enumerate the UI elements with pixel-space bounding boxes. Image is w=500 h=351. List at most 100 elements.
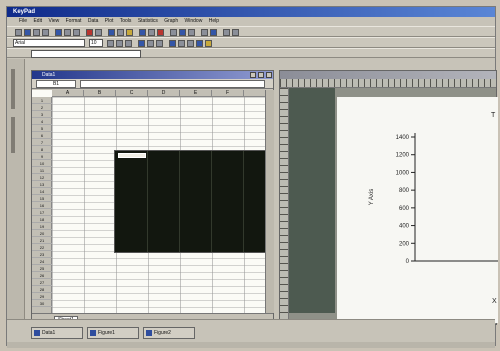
- column-header[interactable]: A: [52, 90, 84, 97]
- selected-range-overlay[interactable]: [114, 150, 265, 253]
- row-header[interactable]: 3: [32, 111, 52, 118]
- row-header[interactable]: 1: [32, 97, 52, 104]
- menu-edit[interactable]: Edit: [33, 18, 42, 24]
- arrow-tool-icon[interactable]: [188, 29, 195, 36]
- row-header[interactable]: 14: [32, 188, 52, 195]
- zoom-out-icon[interactable]: [148, 29, 155, 36]
- undo-icon[interactable]: [86, 29, 93, 36]
- row-header[interactable]: 23: [32, 251, 52, 258]
- row-header[interactable]: 20: [32, 230, 52, 237]
- row-header[interactable]: 6: [32, 132, 52, 139]
- cell-reference-box[interactable]: B1: [36, 80, 76, 88]
- maximize-icon[interactable]: [258, 72, 264, 78]
- row-header[interactable]: 7: [32, 139, 52, 146]
- column-header[interactable]: B: [84, 90, 116, 97]
- zoom-in-icon[interactable]: [139, 29, 146, 36]
- menu-tools[interactable]: Tools: [120, 18, 132, 24]
- tool-strip-bottom[interactable]: [11, 117, 15, 153]
- layout-icon[interactable]: [126, 29, 133, 36]
- menu-graph[interactable]: Graph: [164, 18, 178, 24]
- row-header[interactable]: 29: [32, 293, 52, 300]
- row-header[interactable]: 13: [32, 181, 52, 188]
- row-header[interactable]: 8: [32, 146, 52, 153]
- formula-input[interactable]: [80, 80, 265, 88]
- active-cell[interactable]: [118, 153, 146, 158]
- menu-file[interactable]: File: [19, 18, 27, 24]
- row-header[interactable]: 2: [32, 104, 52, 111]
- graph-layer-panel: [289, 88, 335, 313]
- row-header[interactable]: 10: [32, 160, 52, 167]
- line-tool-icon[interactable]: [179, 29, 186, 36]
- menu-help[interactable]: Help: [209, 18, 219, 24]
- column-header[interactable]: E: [180, 90, 212, 97]
- column-header[interactable]: C: [116, 90, 148, 97]
- rescale-icon[interactable]: [157, 29, 164, 36]
- cell-area[interactable]: [52, 97, 265, 313]
- underline-icon[interactable]: [125, 40, 132, 47]
- save-icon[interactable]: [33, 29, 40, 36]
- row-header[interactable]: 27: [32, 279, 52, 286]
- graph-icon[interactable]: [117, 29, 124, 36]
- menu-plot[interactable]: Plot: [105, 18, 114, 24]
- line-color-icon[interactable]: [205, 40, 212, 47]
- worksheet-vertical-scrollbar[interactable]: [265, 90, 274, 313]
- row-header[interactable]: 25: [32, 265, 52, 272]
- minimized-window-figure1[interactable]: Figure1: [87, 327, 139, 339]
- subscript-icon[interactable]: [147, 40, 154, 47]
- align-center-icon[interactable]: [178, 40, 185, 47]
- about-icon[interactable]: [232, 29, 239, 36]
- window-tile-icon[interactable]: [201, 29, 208, 36]
- y-tick-label: 600: [399, 206, 410, 212]
- row-header[interactable]: 12: [32, 174, 52, 181]
- window-cascade-icon[interactable]: [210, 29, 217, 36]
- text-tool-icon[interactable]: [170, 29, 177, 36]
- row-header[interactable]: 4: [32, 118, 52, 125]
- column-header[interactable]: F: [212, 90, 244, 97]
- row-header[interactable]: 16: [32, 202, 52, 209]
- minimize-icon[interactable]: [250, 72, 256, 78]
- row-header[interactable]: 28: [32, 286, 52, 293]
- open-icon[interactable]: [24, 29, 31, 36]
- italic-icon[interactable]: [116, 40, 123, 47]
- close-icon[interactable]: [266, 72, 272, 78]
- style-select[interactable]: [31, 50, 141, 58]
- align-left-icon[interactable]: [169, 40, 176, 47]
- font-size-select[interactable]: 10: [89, 39, 103, 47]
- cut-icon[interactable]: [55, 29, 62, 36]
- tool-strip-top[interactable]: [11, 69, 15, 109]
- paste-icon[interactable]: [73, 29, 80, 36]
- new-icon[interactable]: [15, 29, 22, 36]
- row-header[interactable]: 18: [32, 216, 52, 223]
- column-header[interactable]: D: [148, 90, 180, 97]
- menu-format[interactable]: Format: [66, 18, 82, 24]
- menu-data[interactable]: Data: [88, 18, 99, 24]
- minimized-window-figure2[interactable]: Figure2: [143, 327, 195, 339]
- print-icon[interactable]: [42, 29, 49, 36]
- row-header[interactable]: 9: [32, 153, 52, 160]
- row-header[interactable]: 30: [32, 300, 52, 307]
- fill-color-icon[interactable]: [196, 40, 203, 47]
- redo-icon[interactable]: [95, 29, 102, 36]
- row-header[interactable]: 21: [32, 237, 52, 244]
- row-header[interactable]: 5: [32, 125, 52, 132]
- minimized-window-data1[interactable]: Data1: [31, 327, 83, 339]
- row-header[interactable]: 15: [32, 195, 52, 202]
- copy-icon[interactable]: [64, 29, 71, 36]
- row-header[interactable]: 11: [32, 167, 52, 174]
- row-header[interactable]: 26: [32, 272, 52, 279]
- superscript-icon[interactable]: [138, 40, 145, 47]
- greek-icon[interactable]: [156, 40, 163, 47]
- row-header[interactable]: 19: [32, 223, 52, 230]
- row-header[interactable]: 22: [32, 244, 52, 251]
- graph-page[interactable]: 0 200 400 600 800 1000 1200 1400 Y Axis X T: [337, 97, 498, 323]
- menu-view[interactable]: View: [48, 18, 59, 24]
- worksheet-icon[interactable]: [108, 29, 115, 36]
- font-name-select[interactable]: Arial: [13, 39, 85, 47]
- menu-window[interactable]: Window: [185, 18, 203, 24]
- align-right-icon[interactable]: [187, 40, 194, 47]
- menu-statistics[interactable]: Statistics: [138, 18, 158, 24]
- row-header[interactable]: 24: [32, 258, 52, 265]
- row-header[interactable]: 17: [32, 209, 52, 216]
- help-icon[interactable]: [223, 29, 230, 36]
- bold-icon[interactable]: [107, 40, 114, 47]
